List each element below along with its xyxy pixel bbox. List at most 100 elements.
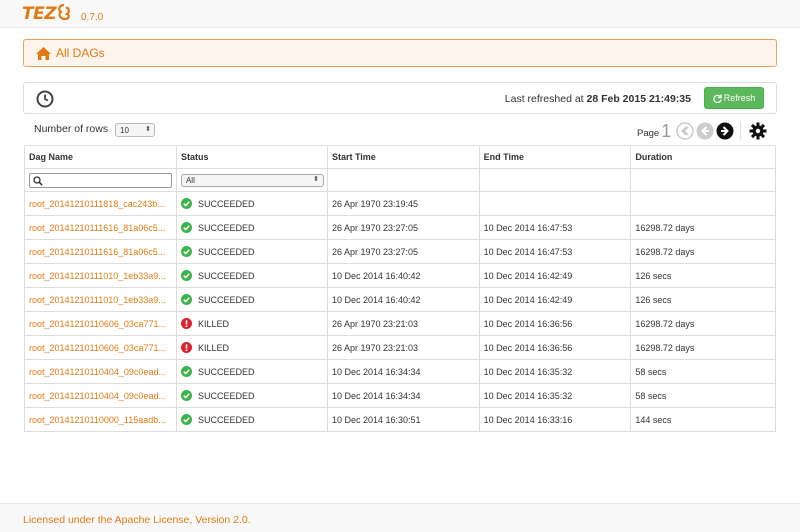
select-arrows-icon: ⬍ (313, 175, 319, 183)
status-cell: SUCCEEDED (176, 239, 328, 264)
status-cell: SUCCEEDED (176, 263, 328, 288)
page-title[interactable]: All DAGs (56, 46, 105, 60)
tez-logo[interactable]: TEZ (22, 3, 71, 24)
end-time-cell: 10 Dec 2014 16:47:53 (479, 239, 632, 264)
dag-name-link[interactable]: root_20141210110606_03ca771... (29, 319, 166, 329)
start-time-cell: 26 Apr 1970 23:27:05 (327, 239, 480, 264)
succeeded-icon (180, 270, 192, 281)
column-header-start-time[interactable]: Start Time (327, 145, 480, 169)
logo-swirl-icon (57, 3, 71, 22)
status-text: SUCCEEDED (197, 294, 255, 305)
status-text: SUCCEEDED (197, 222, 255, 233)
duration-cell: 58 secs (630, 359, 776, 384)
dag-name-link[interactable]: root_20141210110404_09c0ead... (29, 367, 166, 377)
last-refreshed-timestamp: 28 Feb 2015 21:49:35 (586, 93, 692, 105)
table-row: root_20141210111818_cac243b... SUCCEEDED 2… (24, 191, 776, 216)
killed-icon (180, 342, 192, 353)
duration-cell: 16298.72 days (630, 215, 776, 240)
pager-divider (740, 122, 742, 140)
table-row: root_20141210110606_03ca771... KILLED 26 A… (24, 335, 776, 360)
status-text: SUCCEEDED (197, 366, 255, 377)
home-icon[interactable] (36, 46, 51, 60)
end-time-filter-cell (479, 168, 632, 192)
rows-per-page-value: 10 (120, 125, 129, 135)
logo-text: TEZ (22, 4, 57, 24)
end-time-cell (479, 191, 632, 216)
status-filter-value: All (185, 175, 195, 185)
start-time-cell: 26 Apr 1970 23:19:45 (327, 191, 480, 216)
dag-name-cell: root_20141210111616_81a06c5... (24, 239, 177, 264)
duration-cell: 144 secs (630, 407, 776, 432)
dag-name-link[interactable]: root_20141210110606_03ca771... (29, 343, 166, 353)
succeeded-icon (180, 246, 192, 257)
table-row: root_20141210110000_115aadb... SUCCEEDED 1… (24, 407, 776, 432)
table-row: root_20141210110404_09c0ead... SUCCEEDED 1… (24, 383, 776, 408)
start-time-cell: 10 Dec 2014 16:30:51 (327, 407, 480, 432)
table-filter-row: All ⬍ (24, 168, 776, 192)
dag-name-cell: root_20141210110404_09c0ead... (24, 359, 177, 384)
column-header-status[interactable]: Status (176, 145, 328, 169)
refresh-icon (713, 93, 722, 103)
rows-per-page-label: Number of rows (34, 123, 109, 135)
previous-page-icon[interactable] (696, 122, 714, 140)
duration-cell: 16298.72 days (630, 335, 776, 360)
status-text: SUCCEEDED (197, 198, 255, 209)
dag-name-link[interactable]: root_20141210110000_115aadb... (29, 415, 166, 425)
column-header-duration[interactable]: Duration (630, 145, 776, 169)
start-time-cell: 26 Apr 1970 23:21:03 (327, 335, 480, 360)
dags-table: Dag Name Status Start Time End Time Dura… (24, 145, 776, 432)
settings-gear-icon[interactable] (749, 122, 767, 140)
status-text: SUCCEEDED (197, 270, 255, 281)
license-link[interactable]: Licensed under the Apache License, Versi… (23, 514, 251, 526)
duration-cell: 126 secs (630, 287, 776, 312)
dag-name-search-input[interactable] (29, 172, 172, 188)
dag-name-link[interactable]: root_20141210110404_09c0ead... (29, 391, 166, 401)
duration-cell: 16298.72 days (630, 311, 776, 336)
start-time-cell: 10 Dec 2014 16:34:34 (327, 383, 480, 408)
column-header-end-time[interactable]: End Time (479, 145, 632, 169)
end-time-cell: 10 Dec 2014 16:35:32 (479, 359, 632, 384)
page-number: 1 (661, 121, 672, 141)
refresh-panel: Last refreshed at 28 Feb 2015 21:49:35 R… (23, 82, 777, 114)
first-page-icon[interactable] (676, 122, 694, 140)
next-page-icon[interactable] (716, 122, 734, 140)
table-row: root_20141210111010_1eb33a9... SUCCEEDED 1… (24, 287, 776, 312)
dag-name-cell: root_20141210111010_1eb33a9... (24, 263, 177, 288)
status-filter-select[interactable]: All ⬍ (180, 173, 324, 187)
column-header-dag-name[interactable]: Dag Name (24, 145, 177, 169)
dag-name-link[interactable]: root_20141210111818_cac243b... (29, 199, 165, 209)
refresh-button[interactable]: Refresh (704, 87, 764, 109)
succeeded-icon (180, 294, 192, 305)
table-header-row: Dag Name Status Start Time End Time Dura… (24, 145, 776, 169)
status-cell: SUCCEEDED (176, 215, 328, 240)
duration-filter-cell (630, 168, 776, 192)
status-cell: KILLED (176, 311, 328, 336)
dag-name-link[interactable]: root_20141210111616_81a06c5... (29, 247, 165, 257)
status-filter-cell: All ⬍ (176, 168, 328, 192)
end-time-cell: 10 Dec 2014 16:42:49 (479, 263, 632, 288)
dag-name-link[interactable]: root_20141210111010_1eb33a9... (29, 295, 166, 305)
dag-name-cell: root_20141210111010_1eb33a9... (24, 287, 177, 312)
last-refreshed-label: Last refreshed at (504, 93, 584, 105)
status-cell: SUCCEEDED (176, 383, 328, 408)
succeeded-icon (180, 198, 192, 209)
table-row: root_20141210111616_81a06c5... SUCCEEDED 2… (24, 239, 776, 264)
start-time-filter-cell (327, 168, 480, 192)
status-text: SUCCEEDED (197, 414, 255, 425)
end-time-cell: 10 Dec 2014 16:33:16 (479, 407, 632, 432)
dag-name-link[interactable]: root_20141210111616_81a06c5... (29, 223, 165, 233)
succeeded-icon (180, 366, 192, 377)
start-time-cell: 10 Dec 2014 16:40:42 (327, 263, 480, 288)
refresh-button-label: Refresh (723, 93, 756, 103)
pagination: Page 1 (637, 118, 767, 140)
end-time-cell: 10 Dec 2014 16:36:56 (479, 311, 632, 336)
dag-name-link[interactable]: root_20141210111010_1eb33a9... (29, 271, 166, 281)
status-cell: KILLED (176, 335, 328, 360)
dag-name-cell: root_20141210110606_03ca771... (24, 311, 177, 336)
dag-name-cell: root_20141210111818_cac243b... (24, 191, 177, 216)
succeeded-icon (180, 414, 192, 425)
end-time-cell: 10 Dec 2014 16:42:49 (479, 287, 632, 312)
rows-per-page-select[interactable]: 10 ⬍ (115, 123, 155, 137)
dag-name-filter-cell (24, 168, 177, 192)
start-time-cell: 10 Dec 2014 16:34:34 (327, 359, 480, 384)
